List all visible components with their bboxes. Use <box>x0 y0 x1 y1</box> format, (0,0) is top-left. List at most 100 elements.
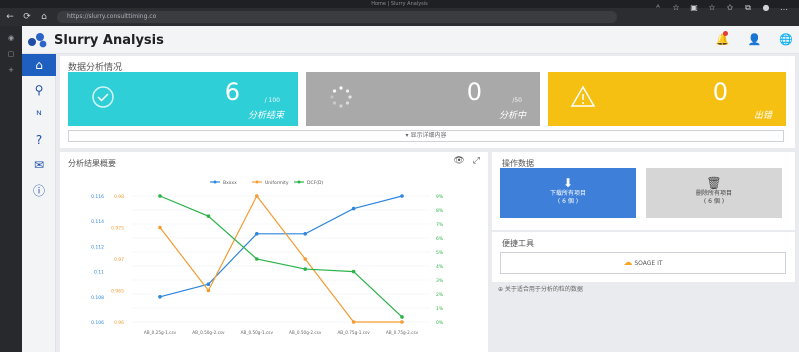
delete-label: 删除所有项目 <box>695 190 732 197</box>
side-icon-2[interactable]: ▢ <box>0 50 22 58</box>
app-header: Slurry Analysis 🔔 👤 🌐 <box>22 26 799 54</box>
tools-title: 便捷工具 <box>502 239 534 248</box>
profile-icon[interactable]: ● <box>761 3 771 13</box>
sidebar-item-home[interactable]: ⌂ <box>22 54 56 76</box>
kpi-total: /50 <box>512 97 522 104</box>
y-tick-left1: 0.11 <box>94 270 104 276</box>
legend-label: Bxxxx <box>223 180 237 186</box>
split-icon[interactable]: ▣ <box>689 3 699 13</box>
y-tick-left2: 0.96 <box>114 320 124 326</box>
y-tick-right: 7% <box>436 222 444 228</box>
sidebar-item-mail[interactable]: ✉ <box>22 154 56 176</box>
soage-tool-button[interactable]: ☁ SOAGE IT <box>500 252 786 274</box>
kpi-card-error[interactable]: 0 出错 <box>548 72 786 126</box>
y-tick-left2: 0.965 <box>111 289 124 295</box>
tools-panel: 便捷工具 ☁ SOAGE IT <box>492 232 795 282</box>
data-point-Uniformity <box>351 320 356 324</box>
sidebar-item-help[interactable]: ? <box>22 129 56 151</box>
browser-toolbar-icons: ᴬ ☆ ▣ ☆ ✩ ⧉ ● … <box>653 3 789 13</box>
favorite-icon[interactable]: ☆ <box>671 3 681 13</box>
kpi-value: 0 <box>466 78 482 106</box>
x-tick: AB_0.75g-1.csv <box>337 330 370 335</box>
kpi-total: / 100 <box>264 97 280 104</box>
y-tick-right: 2% <box>436 292 444 298</box>
delete-count: ( 6 個 ) <box>703 198 725 205</box>
data-point-DCF(D) <box>351 269 356 274</box>
data-point-Bxxxx <box>303 232 307 236</box>
data-point-Bxxxx <box>351 206 356 211</box>
side-icon-3[interactable]: + <box>0 66 22 74</box>
legend-marker <box>213 180 217 184</box>
data-point-DCF(D) <box>206 214 211 218</box>
check-circle-icon <box>92 86 114 108</box>
collections-icon[interactable]: ✩ <box>725 3 735 13</box>
reload-icon[interactable]: ⟳ <box>20 10 34 24</box>
sidebar: ⌂ ⚲ ᴺ ? ✉ ⓘ <box>22 54 56 352</box>
sidebar-item-search[interactable]: ⚲ <box>22 79 56 101</box>
series-line-DCF(D) <box>159 195 403 318</box>
side-icon-1[interactable]: ◉ <box>0 34 22 42</box>
show-details-button[interactable]: ▾ 显示详细内容 <box>68 130 784 142</box>
y-tick-left1: 0.112 <box>91 244 104 250</box>
legend-label: DCF(D) <box>307 180 323 186</box>
trash-icon: 🗑 <box>706 176 722 190</box>
bell-icon[interactable]: 🔔 <box>716 31 730 46</box>
y-tick-left1: 0.114 <box>91 219 104 225</box>
help-icon: ? <box>35 133 43 147</box>
data-point-Bxxxx <box>206 282 211 286</box>
y-tick-right: 9% <box>436 194 444 200</box>
read-aloud-icon[interactable]: ᴬ <box>653 3 663 13</box>
y-tick-right: 1% <box>436 306 444 312</box>
download-count: ( 6 個 ) <box>557 198 579 205</box>
mail-icon: ✉ <box>33 158 45 172</box>
info-icon: ⓘ <box>32 183 45 198</box>
home-icon: ⌂ <box>35 58 43 72</box>
y-tick-right: 8% <box>436 208 444 214</box>
data-point-Bxxxx <box>255 232 259 236</box>
x-tick: AB_0.75g-2.csv <box>386 330 419 335</box>
series-line-Uniformity <box>159 194 402 323</box>
home-icon[interactable]: ⌂ <box>37 10 51 24</box>
delete-all-button[interactable]: 🗑 删除所有项目 ( 6 個 ) <box>646 168 782 218</box>
kpi-value: 6 <box>224 78 240 106</box>
browser-side-strip: ◉ ▢ + <box>0 26 22 352</box>
operations-panel: 操作数据 ⬇ 下载所有项目 ( 6 個 ) 🗑 删除所有项目 ( 6 個 ) <box>492 152 795 230</box>
globe-icon[interactable]: 🌐 <box>779 33 793 46</box>
x-tick: AB_0.50g-2.csv <box>192 330 225 335</box>
y-tick-right: 0% <box>436 320 444 326</box>
download-label: 下载所有项目 <box>549 190 586 197</box>
kpi-card-running[interactable]: 0 /50 分析中 <box>306 72 540 126</box>
back-icon[interactable]: ← <box>3 10 17 24</box>
rainbow-icon: ☁ <box>623 258 633 268</box>
line-chart: 0.116 0.114 0.112 0.11 0.108 0.106 0.98 0.975 0.… <box>91 180 444 335</box>
favorites-icon[interactable]: ☆ <box>707 3 717 13</box>
data-point-Uniformity <box>255 194 259 198</box>
sidebar-item-info[interactable]: ⓘ <box>22 179 56 201</box>
address-bar[interactable]: https://slurry.consulttiming.co <box>57 11 617 23</box>
y-tick-left1: 0.116 <box>91 194 104 200</box>
x-tick: AB_0.50g-1.csv <box>241 330 274 335</box>
kpi-section-title: 数据分析情况 <box>68 63 123 73</box>
kpi-panel: 数据分析情况 6 / 100 分析结束 0 /50 分析中 0 出错 ▾ 显示详… <box>60 56 795 148</box>
y-tick-left2: 0.98 <box>114 194 124 200</box>
data-point-Bxxxx <box>400 194 404 198</box>
footnote: ⊕ 关于适合用于分析的粒的数据 <box>498 286 583 293</box>
sidebar-item-chart[interactable]: ᴺ <box>22 104 56 126</box>
y-tick-right: 5% <box>436 250 444 256</box>
download-icon: ⬇ <box>562 176 574 190</box>
kpi-label: 分析中 <box>498 111 526 121</box>
kpi-card-finished[interactable]: 6 / 100 分析结束 <box>68 72 298 126</box>
data-point-DCF(D) <box>303 267 307 271</box>
data-point-Bxxxx <box>158 295 162 299</box>
x-tick: AB_0.50g-2.csv <box>289 330 322 335</box>
data-point-Uniformity <box>158 225 162 230</box>
download-all-button[interactable]: ⬇ 下载所有项目 ( 6 個 ) <box>500 168 636 218</box>
more-icon[interactable]: … <box>779 3 789 13</box>
search-icon: ⚲ <box>34 83 44 97</box>
y-tick-left2: 0.975 <box>111 226 124 232</box>
data-point-DCF(D) <box>400 315 404 319</box>
data-point-Uniformity <box>303 257 307 261</box>
chart-icon: ᴺ <box>36 108 42 122</box>
tabs-icon[interactable]: ⧉ <box>743 3 753 13</box>
user-icon[interactable]: 👤 <box>748 33 762 46</box>
